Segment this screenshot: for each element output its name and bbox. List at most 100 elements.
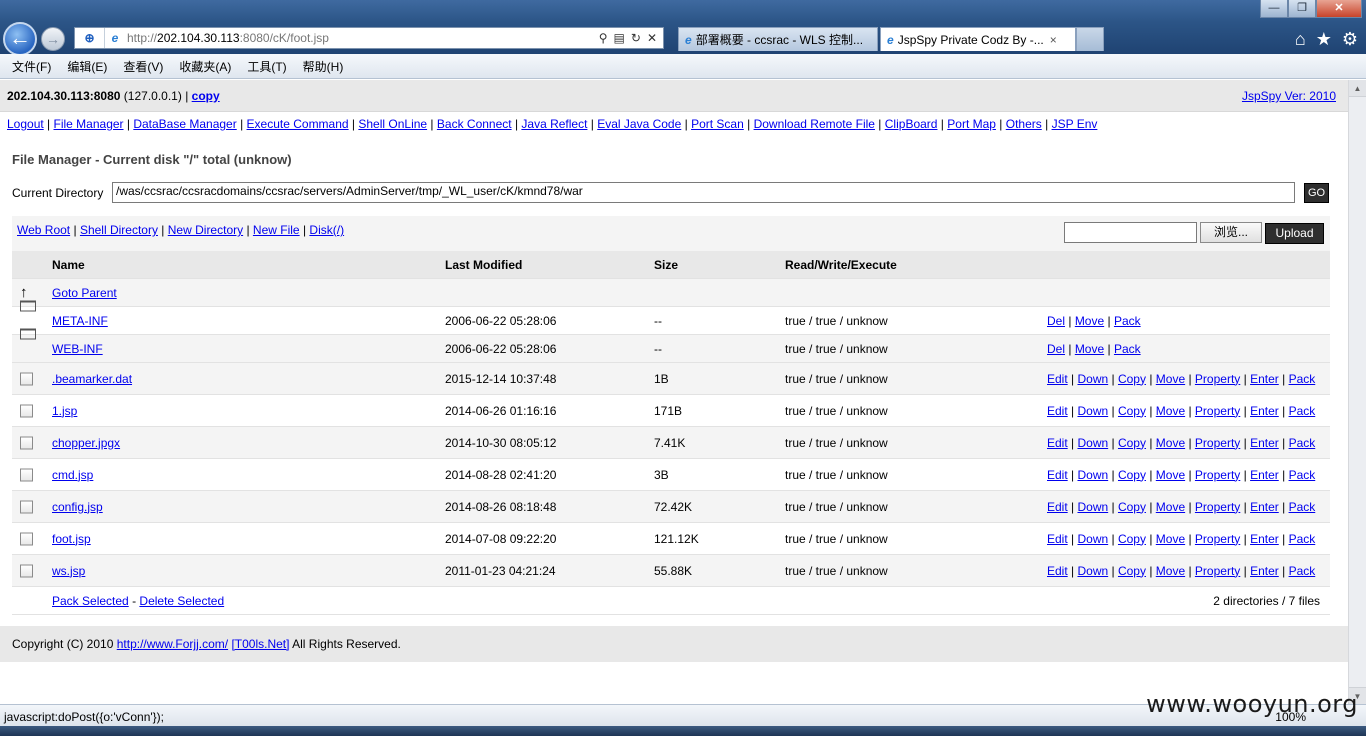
- copy-link[interactable]: Copy: [1118, 564, 1146, 578]
- down-link[interactable]: Down: [1077, 372, 1108, 386]
- down-link[interactable]: Down: [1077, 500, 1108, 514]
- vertical-scrollbar[interactable]: ▲ ▼: [1348, 80, 1366, 704]
- property-link[interactable]: Property: [1195, 468, 1240, 482]
- move-link[interactable]: Move: [1156, 436, 1185, 450]
- copy-link[interactable]: Copy: [1118, 468, 1146, 482]
- move-link[interactable]: Move: [1075, 342, 1104, 356]
- file-select-checkbox[interactable]: [20, 372, 33, 385]
- home-icon[interactable]: ⌂: [1295, 29, 1306, 50]
- compat-icon[interactable]: ▤: [614, 31, 625, 45]
- goto-parent-link[interactable]: Goto Parent: [52, 286, 117, 300]
- current-directory-input[interactable]: /was/ccsrac/ccsracdomains/ccsrac/servers…: [112, 182, 1295, 203]
- down-link[interactable]: Down: [1077, 436, 1108, 450]
- settings-gear-icon[interactable]: ⚙: [1342, 29, 1358, 50]
- scroll-up-icon[interactable]: ▲: [1349, 80, 1366, 97]
- nav-others-link[interactable]: Others: [1006, 117, 1042, 131]
- directory-name-link[interactable]: WEB-INF: [52, 342, 103, 356]
- copy-link[interactable]: Copy: [1118, 532, 1146, 546]
- maximize-icon[interactable]: ❐: [1288, 0, 1316, 18]
- property-link[interactable]: Property: [1195, 564, 1240, 578]
- address-url[interactable]: http://202.104.30.113:8080/cK/foot.jsp: [125, 31, 593, 45]
- pack-link[interactable]: Pack: [1114, 314, 1141, 328]
- menu-favorites[interactable]: 收藏夹(A): [179, 58, 231, 75]
- nav-logout-link[interactable]: Logout: [7, 117, 44, 131]
- back-arrow-icon[interactable]: ←: [3, 22, 37, 56]
- down-link[interactable]: Down: [1077, 468, 1108, 482]
- nav-shell-online-link[interactable]: Shell OnLine: [358, 117, 427, 131]
- nav-database-manager-link[interactable]: DataBase Manager: [133, 117, 236, 131]
- nav-download-remote-file-link[interactable]: Download Remote File: [754, 117, 875, 131]
- pack-link[interactable]: Pack: [1289, 436, 1316, 450]
- file-select-checkbox[interactable]: [20, 436, 33, 449]
- file-select-checkbox[interactable]: [20, 532, 33, 545]
- quick-new-directory-link[interactable]: New Directory: [168, 223, 243, 237]
- stop-icon[interactable]: ✕: [647, 31, 657, 45]
- property-link[interactable]: Property: [1195, 404, 1240, 418]
- close-icon[interactable]: ✕: [1316, 0, 1362, 18]
- copy-link[interactable]: Copy: [1118, 372, 1146, 386]
- enter-link[interactable]: Enter: [1250, 532, 1279, 546]
- down-link[interactable]: Down: [1077, 532, 1108, 546]
- file-name-link[interactable]: .beamarker.dat: [52, 372, 132, 386]
- upload-file-input[interactable]: [1064, 222, 1197, 243]
- property-link[interactable]: Property: [1195, 500, 1240, 514]
- move-link[interactable]: Move: [1156, 468, 1185, 482]
- enter-link[interactable]: Enter: [1250, 404, 1279, 418]
- file-name-link[interactable]: ws.jsp: [52, 564, 85, 578]
- nav-clipboard-link[interactable]: ClipBoard: [885, 117, 938, 131]
- copy-link[interactable]: copy: [192, 89, 220, 103]
- go-button[interactable]: GO: [1304, 183, 1329, 203]
- directory-name-link[interactable]: META-INF: [52, 314, 108, 328]
- copy-link[interactable]: Copy: [1118, 404, 1146, 418]
- move-link[interactable]: Move: [1075, 314, 1104, 328]
- nav-jsp-env-link[interactable]: JSP Env: [1052, 117, 1098, 131]
- enter-link[interactable]: Enter: [1250, 564, 1279, 578]
- copy-link[interactable]: Copy: [1118, 436, 1146, 450]
- pack-link[interactable]: Pack: [1289, 404, 1316, 418]
- new-tab-button[interactable]: [1076, 27, 1104, 51]
- enter-link[interactable]: Enter: [1250, 500, 1279, 514]
- nav-eval-java-code-link[interactable]: Eval Java Code: [597, 117, 681, 131]
- tab-wls-console[interactable]: e 部署概要 - ccsrac - WLS 控制...: [678, 27, 878, 51]
- file-name-link[interactable]: cmd.jsp: [52, 468, 93, 482]
- del-link[interactable]: Del: [1047, 314, 1065, 328]
- down-link[interactable]: Down: [1077, 564, 1108, 578]
- down-link[interactable]: Down: [1077, 404, 1108, 418]
- compatibility-view-icon[interactable]: ⊕: [75, 28, 105, 48]
- tab-jspspy[interactable]: e JspSpy Private Codz By -... ×: [880, 27, 1076, 51]
- move-link[interactable]: Move: [1156, 564, 1185, 578]
- edit-link[interactable]: Edit: [1047, 532, 1068, 546]
- file-select-checkbox[interactable]: [20, 500, 33, 513]
- enter-link[interactable]: Enter: [1250, 468, 1279, 482]
- pack-link[interactable]: Pack: [1289, 372, 1316, 386]
- pack-link[interactable]: Pack: [1289, 564, 1316, 578]
- menu-tools[interactable]: 工具(T): [247, 58, 286, 75]
- search-icon[interactable]: ⚲: [599, 31, 608, 45]
- delete-selected-link[interactable]: Delete Selected: [139, 594, 224, 608]
- property-link[interactable]: Property: [1195, 436, 1240, 450]
- move-link[interactable]: Move: [1156, 500, 1185, 514]
- edit-link[interactable]: Edit: [1047, 404, 1068, 418]
- quick-disk-link[interactable]: Disk(/): [309, 223, 344, 237]
- del-link[interactable]: Del: [1047, 342, 1065, 356]
- quick-web-root-link[interactable]: Web Root: [17, 223, 70, 237]
- move-link[interactable]: Move: [1156, 532, 1185, 546]
- nav-back-connect-link[interactable]: Back Connect: [437, 117, 512, 131]
- edit-link[interactable]: Edit: [1047, 436, 1068, 450]
- favorites-star-icon[interactable]: ★: [1316, 29, 1332, 50]
- enter-link[interactable]: Enter: [1250, 436, 1279, 450]
- move-link[interactable]: Move: [1156, 404, 1185, 418]
- nav-java-reflect-link[interactable]: Java Reflect: [521, 117, 587, 131]
- quick-shell-directory-link[interactable]: Shell Directory: [80, 223, 158, 237]
- t00ls-link[interactable]: [T00ls.Net]: [231, 637, 289, 651]
- file-select-checkbox[interactable]: [20, 404, 33, 417]
- edit-link[interactable]: Edit: [1047, 468, 1068, 482]
- browse-button[interactable]: 浏览...: [1200, 222, 1262, 243]
- nav-port-scan-link[interactable]: Port Scan: [691, 117, 744, 131]
- pack-link[interactable]: Pack: [1289, 500, 1316, 514]
- file-name-link[interactable]: config.jsp: [52, 500, 103, 514]
- copy-link[interactable]: Copy: [1118, 500, 1146, 514]
- file-name-link[interactable]: 1.jsp: [52, 404, 77, 418]
- edit-link[interactable]: Edit: [1047, 500, 1068, 514]
- move-link[interactable]: Move: [1156, 372, 1185, 386]
